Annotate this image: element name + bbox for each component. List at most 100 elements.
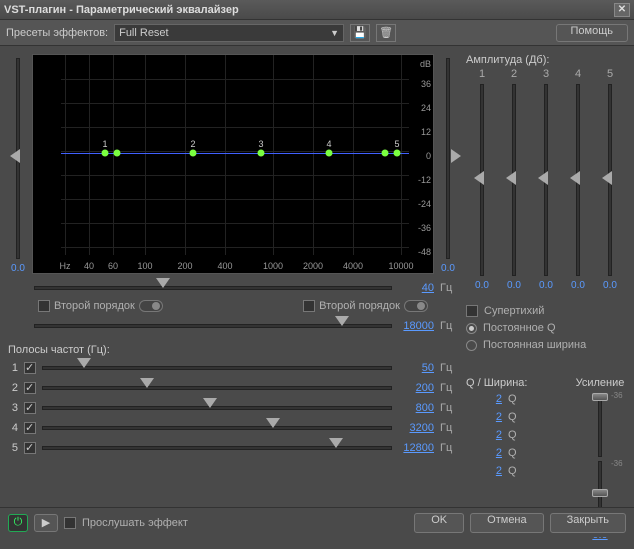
q-value[interactable]: 2 xyxy=(466,411,502,423)
band-num: 3 xyxy=(8,402,18,414)
q-unit: Q xyxy=(508,411,532,423)
band-freq-slider[interactable] xyxy=(42,400,392,416)
band-unit: Гц xyxy=(440,382,458,394)
amplitude-slider[interactable] xyxy=(469,80,495,280)
band-freq-value[interactable]: 50 xyxy=(398,362,434,374)
highcut-second-order-checkbox[interactable] xyxy=(303,300,315,312)
lowcut-knob[interactable] xyxy=(139,300,163,312)
save-preset-icon[interactable]: 💾 xyxy=(350,24,370,42)
toolbar: Пресеты эффектов: Full Reset ▼ 💾 🗑 Помощ… xyxy=(0,20,634,46)
band-unit: Гц xyxy=(440,402,458,414)
eq-point[interactable] xyxy=(114,150,121,157)
eq-point[interactable] xyxy=(382,150,389,157)
band-freq-value[interactable]: 200 xyxy=(398,382,434,394)
titlebar: VST-плагин - Параметрический эквалайзер … xyxy=(0,0,634,20)
band-freq-slider[interactable] xyxy=(42,360,392,376)
db-tick: 24 xyxy=(421,103,431,113)
window-title: VST-плагин - Параметрический эквалайзер xyxy=(4,4,614,16)
output-gain-value: 0.0 xyxy=(441,263,455,274)
hz-tick: Hz xyxy=(60,261,71,271)
preset-value: Full Reset xyxy=(119,27,169,39)
amplitude-value: 0.0 xyxy=(539,280,553,291)
gain-slider-1[interactable]: -36 xyxy=(591,393,609,457)
close-icon[interactable]: ✕ xyxy=(614,3,630,17)
band-num: 4 xyxy=(8,422,18,434)
highcut-value[interactable]: 18000 xyxy=(398,320,434,332)
constant-q-label: Постоянное Q xyxy=(483,322,556,334)
listen-checkbox[interactable] xyxy=(64,517,76,529)
hz-tick: 100 xyxy=(137,261,152,271)
constant-width-radio[interactable] xyxy=(466,340,477,351)
hz-tick: 40 xyxy=(84,261,94,271)
band-enable-checkbox[interactable] xyxy=(24,362,36,374)
q-value[interactable]: 2 xyxy=(466,393,502,405)
db-tick: -48 xyxy=(418,247,431,257)
band-num: 5 xyxy=(8,442,18,454)
cancel-button[interactable]: Отмена xyxy=(470,513,543,533)
band-freq-value[interactable]: 800 xyxy=(398,402,434,414)
db-tick: 0 xyxy=(426,151,431,161)
highcut-knob[interactable] xyxy=(404,300,428,312)
ok-button[interactable]: OK xyxy=(414,513,464,533)
preset-dropdown[interactable]: Full Reset ▼ xyxy=(114,24,344,42)
eq-point[interactable] xyxy=(258,150,265,157)
q-unit: Q xyxy=(508,393,532,405)
band-enable-checkbox[interactable] xyxy=(24,422,36,434)
amplitude-value: 0.0 xyxy=(507,280,521,291)
eq-point[interactable] xyxy=(394,150,401,157)
highcut-slider[interactable] xyxy=(34,318,392,334)
band-num: 1 xyxy=(8,362,18,374)
band-freq-slider[interactable] xyxy=(42,440,392,456)
q-value[interactable]: 2 xyxy=(466,447,502,459)
amp-num: 2 xyxy=(511,68,517,80)
constant-q-radio[interactable] xyxy=(466,323,477,334)
eq-point-label: 4 xyxy=(326,139,331,149)
delete-preset-icon[interactable]: 🗑 xyxy=(376,24,396,42)
hz-tick: 400 xyxy=(217,261,232,271)
amplitude-slider[interactable] xyxy=(533,80,559,280)
band-enable-checkbox[interactable] xyxy=(24,382,36,394)
input-gain-value: 0.0 xyxy=(11,263,25,274)
superquiet-label: Супертихий xyxy=(484,305,544,317)
amplitude-slider[interactable] xyxy=(597,80,623,280)
q-width-label: Q / Ширина: xyxy=(466,377,566,389)
play-icon[interactable]: ▶ xyxy=(34,514,58,532)
hz-tick: 2000 xyxy=(303,261,323,271)
q-unit: Q xyxy=(508,465,532,477)
superquiet-checkbox[interactable] xyxy=(466,305,478,317)
amp-num: 3 xyxy=(543,68,549,80)
hz-tick: 4000 xyxy=(343,261,363,271)
eq-point[interactable] xyxy=(102,150,109,157)
eq-point[interactable] xyxy=(190,150,197,157)
help-button[interactable]: Помощь xyxy=(556,24,629,42)
eq-point[interactable] xyxy=(326,150,333,157)
q-value[interactable]: 2 xyxy=(466,429,502,441)
band-enable-checkbox[interactable] xyxy=(24,402,36,414)
amplitude-slider[interactable] xyxy=(565,80,591,280)
band-enable-checkbox[interactable] xyxy=(24,442,36,454)
band-unit: Гц xyxy=(440,442,458,454)
q-unit: Q xyxy=(508,447,532,459)
band-freq-slider[interactable] xyxy=(42,380,392,396)
power-icon[interactable]: ⏻ xyxy=(8,514,28,532)
eq-graph[interactable]: dB3624120-12-24-36-48Hz40601002004001000… xyxy=(32,54,434,274)
band-freq-value[interactable]: 3200 xyxy=(398,422,434,434)
amp-num: 1 xyxy=(479,68,485,80)
lowcut-second-order-label: Второй порядок xyxy=(54,300,135,312)
q-value[interactable]: 2 xyxy=(466,465,502,477)
output-gain-slider[interactable]: 0.0 xyxy=(438,54,458,274)
db-tick: dB xyxy=(420,59,431,69)
band-freq-value[interactable]: 12800 xyxy=(398,442,434,454)
db-tick: -24 xyxy=(418,199,431,209)
footer: ⏻ ▶ Прослушать эффект OK Отмена Закрыть xyxy=(0,507,634,537)
close-button[interactable]: Закрыть xyxy=(550,513,626,533)
amplitude-slider[interactable] xyxy=(501,80,527,280)
eq-point-label: 5 xyxy=(394,139,399,149)
lowcut-value[interactable]: 40 xyxy=(398,282,434,294)
lowcut-slider[interactable] xyxy=(34,280,392,296)
band-freq-slider[interactable] xyxy=(42,420,392,436)
band-unit: Гц xyxy=(440,362,458,374)
eq-point-label: 3 xyxy=(258,139,263,149)
input-gain-slider[interactable]: 0.0 xyxy=(8,54,28,274)
lowcut-second-order-checkbox[interactable] xyxy=(38,300,50,312)
